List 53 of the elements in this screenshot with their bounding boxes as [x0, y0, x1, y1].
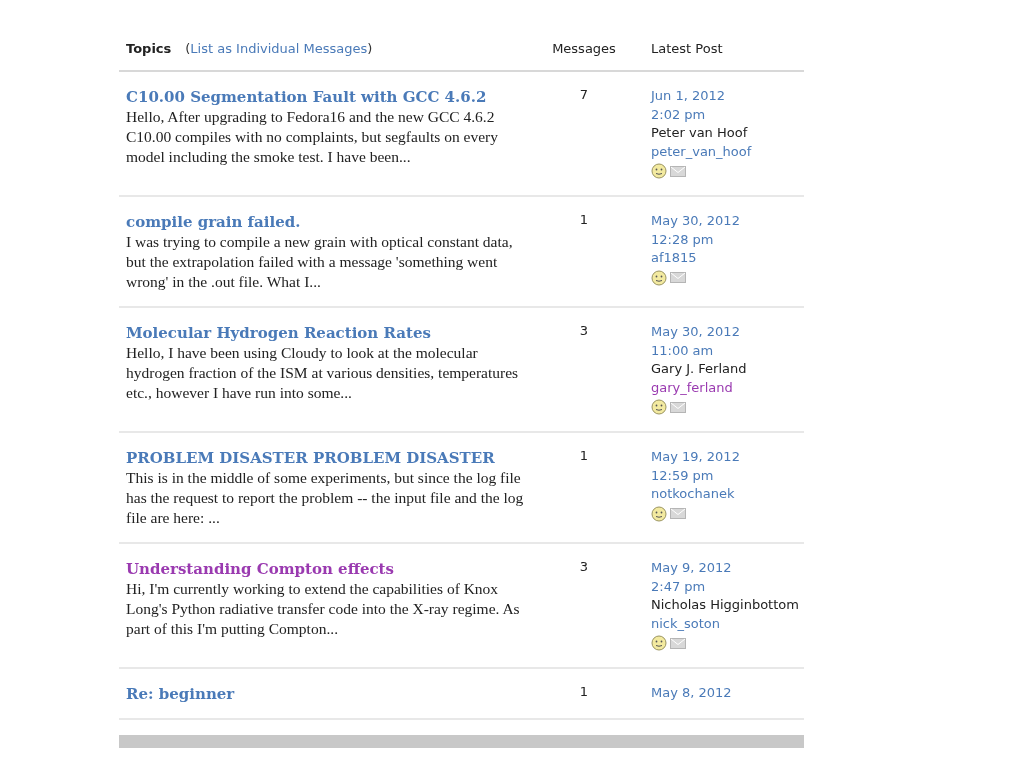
message-count: 1	[579, 684, 589, 699]
envelope-icon[interactable]	[670, 165, 686, 177]
topic-title-link[interactable]: Molecular Hydrogen Reaction Rates	[126, 323, 529, 343]
post-date-link[interactable]: May 19, 2012	[651, 448, 804, 467]
username-link[interactable]: af1815	[651, 249, 804, 268]
message-count: 3	[579, 559, 589, 574]
envelope-icon[interactable]	[670, 508, 686, 519]
latest-post-heading: Latest Post	[651, 40, 723, 56]
topic-excerpt: Hello, After upgrading to Fedora16 and the new GCC 4.6.2 C10.00 compiles with no complaints, but segfaults on every model including the smoke test. I have been...	[126, 107, 499, 167]
horizontal-scrollbar[interactable]	[119, 735, 804, 748]
post-time-link[interactable]: 12:28 pm	[651, 230, 804, 249]
parenthesis: (	[185, 40, 191, 56]
topic-title-link[interactable]: PROBLEM DISASTER PROBLEM DISASTER	[126, 448, 529, 468]
username-link[interactable]: peter_van_hoof	[651, 142, 804, 161]
post-date-link[interactable]: May 8, 2012	[651, 684, 804, 703]
post-time-link[interactable]: 12:59 pm	[651, 466, 804, 485]
topic-excerpt: Hi, I'm currently working to extend the capabilities of Knox Long's Python radiative transfer code into the X-ray regime. As part of this I'm putting Compton...	[126, 579, 521, 639]
post-date-link[interactable]: Jun 1, 2012	[651, 87, 804, 106]
message-count: 3	[579, 323, 589, 338]
post-date-link[interactable]: May 9, 2012	[651, 559, 804, 578]
topic-excerpt: I was trying to compile a new grain with optical constant data, but the extrapolation failed with a message 'something went wrong' in the .out file. What I...	[126, 232, 514, 292]
username-link[interactable]: gary_ferland	[651, 378, 804, 397]
message-count: 1	[579, 448, 589, 463]
topic-title-link[interactable]: C10.00 Segmentation Fault with GCC 4.6.2	[126, 87, 529, 107]
smiley-icon[interactable]	[651, 163, 667, 179]
post-date-link[interactable]: May 30, 2012	[651, 212, 804, 231]
topic-excerpt: Hello, I have been using Cloudy to look at the molecular hydrogen fraction of the ISM at various densities, temperatures etc., however I have run into some...	[126, 343, 520, 403]
topic-title-link[interactable]: Understanding Compton effects	[126, 559, 529, 579]
envelope-icon[interactable]	[670, 401, 686, 413]
post-time-link[interactable]: 2:02 pm	[651, 105, 804, 124]
smiley-icon[interactable]	[651, 505, 667, 522]
envelope-icon[interactable]	[670, 637, 686, 649]
smiley-icon[interactable]	[651, 399, 667, 415]
topic-excerpt: This is in the middle of some experiments, but since the log file has the request to report the problem -- the input file and the log file are here: ...	[126, 468, 525, 528]
list-messages-link[interactable]: List as Individual Messages	[190, 40, 368, 56]
post-date-link[interactable]: May 30, 2012	[651, 323, 804, 342]
post-time-link[interactable]: 11:00 am	[651, 341, 804, 360]
parenthesis: )	[367, 40, 373, 56]
username-link[interactable]: nick_soton	[651, 614, 804, 633]
author-name: Gary J. Ferland	[651, 360, 748, 378]
smiley-icon[interactable]	[651, 269, 667, 286]
topics-heading: Topics	[126, 40, 172, 56]
message-count: 1	[579, 212, 589, 227]
messages-heading: Messages	[552, 40, 616, 56]
topic-title-link[interactable]: Re: beginner	[126, 684, 529, 704]
author-name: Nicholas Higginbottom	[651, 596, 800, 614]
author-name: Peter van Hoof	[651, 124, 749, 142]
envelope-icon[interactable]	[670, 272, 686, 283]
username-link[interactable]: notkochanek	[651, 485, 804, 504]
message-count: 7	[579, 87, 589, 102]
post-time-link[interactable]: 2:47 pm	[651, 577, 804, 596]
smiley-icon[interactable]	[651, 635, 667, 651]
topic-title-link[interactable]: compile grain failed.	[126, 212, 529, 232]
